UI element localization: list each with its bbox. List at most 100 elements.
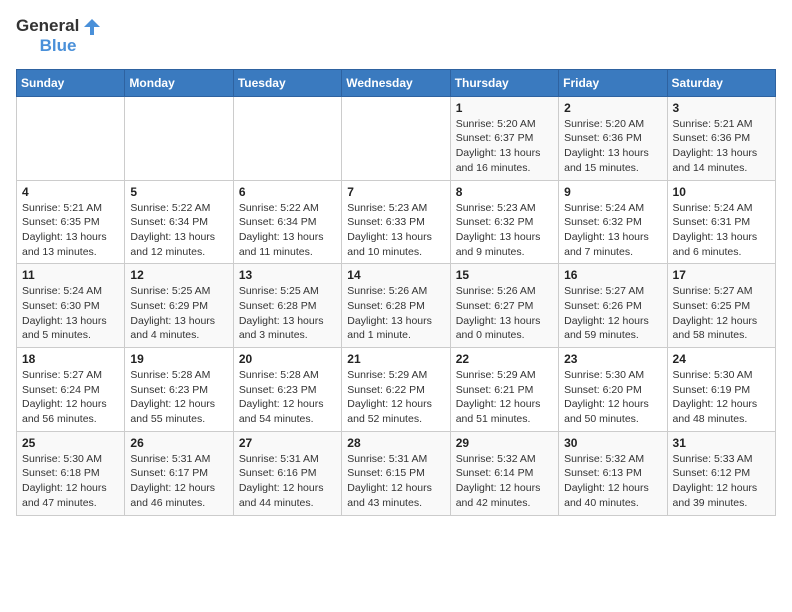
day-number: 19 [130, 352, 227, 366]
page-header: General Blue [16, 16, 776, 57]
calendar-cell: 11 Sunrise: 5:24 AM Sunset: 6:30 PM Dayli… [17, 264, 125, 348]
calendar-cell: 27Sunrise: 5:31 AM Sunset: 6:16 PM Dayli… [233, 431, 341, 515]
calendar-cell: 13 Sunrise: 5:25 AM Sunset: 6:28 PM Dayli… [233, 264, 341, 348]
day-info: Sunrise: 5:20 AM Sunset: 6:37 PM Dayligh… [456, 117, 553, 176]
calendar-cell [125, 96, 233, 180]
day-info: Sunrise: 5:28 AM Sunset: 6:23 PM Dayligh… [130, 368, 227, 427]
day-number: 20 [239, 352, 336, 366]
day-number: 1 [456, 101, 553, 115]
day-number: 22 [456, 352, 553, 366]
day-info: Sunrise: 5:21 AM Sunset: 6:36 PM Dayligh… [673, 117, 770, 176]
day-header-friday: Friday [559, 69, 667, 96]
calendar-cell: 28 Sunrise: 5:31 AM Sunset: 6:15 PM Dayli… [342, 431, 450, 515]
calendar-cell: 22 Sunrise: 5:29 AM Sunset: 6:21 PM Dayli… [450, 348, 558, 432]
day-info: Sunrise: 5:22 AM Sunset: 6:34 PM Dayligh… [130, 201, 227, 260]
calendar-table: SundayMondayTuesdayWednesdayThursdayFrid… [16, 69, 776, 516]
day-info: Sunrise: 5:31 AM Sunset: 6:16 PM Dayligh… [239, 452, 336, 511]
day-info: Sunrise: 5:27 AM Sunset: 6:24 PM Dayligh… [22, 368, 119, 427]
week-row-2: 4 Sunrise: 5:21 AM Sunset: 6:35 PM Daylig… [17, 180, 776, 264]
logo: General Blue [16, 16, 100, 57]
day-number: 16 [564, 268, 661, 282]
calendar-cell: 8 Sunrise: 5:23 AM Sunset: 6:32 PM Daylig… [450, 180, 558, 264]
calendar-cell: 31Sunrise: 5:33 AM Sunset: 6:12 PM Dayli… [667, 431, 775, 515]
week-row-5: 25 Sunrise: 5:30 AM Sunset: 6:18 PM Dayli… [17, 431, 776, 515]
day-number: 6 [239, 185, 336, 199]
day-info: Sunrise: 5:23 AM Sunset: 6:33 PM Dayligh… [347, 201, 444, 260]
calendar-cell: 1 Sunrise: 5:20 AM Sunset: 6:37 PM Daylig… [450, 96, 558, 180]
calendar-cell: 9 Sunrise: 5:24 AM Sunset: 6:32 PM Daylig… [559, 180, 667, 264]
calendar-cell: 7 Sunrise: 5:23 AM Sunset: 6:33 PM Daylig… [342, 180, 450, 264]
calendar-cell: 6 Sunrise: 5:22 AM Sunset: 6:34 PM Daylig… [233, 180, 341, 264]
calendar-cell: 19 Sunrise: 5:28 AM Sunset: 6:23 PM Dayli… [125, 348, 233, 432]
day-header-saturday: Saturday [667, 69, 775, 96]
day-info: Sunrise: 5:30 AM Sunset: 6:19 PM Dayligh… [673, 368, 770, 427]
day-info: Sunrise: 5:24 AM Sunset: 6:31 PM Dayligh… [673, 201, 770, 260]
calendar-cell: 5Sunrise: 5:22 AM Sunset: 6:34 PM Daylig… [125, 180, 233, 264]
day-info: Sunrise: 5:30 AM Sunset: 6:18 PM Dayligh… [22, 452, 119, 511]
calendar-cell: 15 Sunrise: 5:26 AM Sunset: 6:27 PM Dayli… [450, 264, 558, 348]
day-info: Sunrise: 5:25 AM Sunset: 6:28 PM Dayligh… [239, 284, 336, 343]
day-number: 13 [239, 268, 336, 282]
day-info: Sunrise: 5:31 AM Sunset: 6:17 PM Dayligh… [130, 452, 227, 511]
day-number: 3 [673, 101, 770, 115]
day-number: 14 [347, 268, 444, 282]
calendar-cell: 12Sunrise: 5:25 AM Sunset: 6:29 PM Dayli… [125, 264, 233, 348]
day-info: Sunrise: 5:23 AM Sunset: 6:32 PM Dayligh… [456, 201, 553, 260]
calendar-cell: 3 Sunrise: 5:21 AM Sunset: 6:36 PM Daylig… [667, 96, 775, 180]
calendar-cell: 10 Sunrise: 5:24 AM Sunset: 6:31 PM Dayli… [667, 180, 775, 264]
day-header-tuesday: Tuesday [233, 69, 341, 96]
day-info: Sunrise: 5:20 AM Sunset: 6:36 PM Dayligh… [564, 117, 661, 176]
day-header-thursday: Thursday [450, 69, 558, 96]
day-number: 18 [22, 352, 119, 366]
day-number: 7 [347, 185, 444, 199]
day-number: 29 [456, 436, 553, 450]
day-number: 30 [564, 436, 661, 450]
calendar-cell [342, 96, 450, 180]
day-number: 31 [673, 436, 770, 450]
day-info: Sunrise: 5:27 AM Sunset: 6:26 PM Dayligh… [564, 284, 661, 343]
day-info: Sunrise: 5:26 AM Sunset: 6:27 PM Dayligh… [456, 284, 553, 343]
day-info: Sunrise: 5:27 AM Sunset: 6:25 PM Dayligh… [673, 284, 770, 343]
day-info: Sunrise: 5:32 AM Sunset: 6:13 PM Dayligh… [564, 452, 661, 511]
day-number: 8 [456, 185, 553, 199]
day-number: 9 [564, 185, 661, 199]
calendar-cell: 18 Sunrise: 5:27 AM Sunset: 6:24 PM Dayli… [17, 348, 125, 432]
calendar-cell: 2 Sunrise: 5:20 AM Sunset: 6:36 PM Daylig… [559, 96, 667, 180]
calendar-cell: 24Sunrise: 5:30 AM Sunset: 6:19 PM Dayli… [667, 348, 775, 432]
day-number: 12 [130, 268, 227, 282]
day-info: Sunrise: 5:29 AM Sunset: 6:21 PM Dayligh… [456, 368, 553, 427]
day-info: Sunrise: 5:24 AM Sunset: 6:32 PM Dayligh… [564, 201, 661, 260]
day-info: Sunrise: 5:32 AM Sunset: 6:14 PM Dayligh… [456, 452, 553, 511]
days-header-row: SundayMondayTuesdayWednesdayThursdayFrid… [17, 69, 776, 96]
day-number: 11 [22, 268, 119, 282]
calendar-cell: 25 Sunrise: 5:30 AM Sunset: 6:18 PM Dayli… [17, 431, 125, 515]
day-number: 17 [673, 268, 770, 282]
day-header-sunday: Sunday [17, 69, 125, 96]
day-number: 10 [673, 185, 770, 199]
day-info: Sunrise: 5:28 AM Sunset: 6:23 PM Dayligh… [239, 368, 336, 427]
calendar-cell: 20 Sunrise: 5:28 AM Sunset: 6:23 PM Dayli… [233, 348, 341, 432]
calendar-cell: 14 Sunrise: 5:26 AM Sunset: 6:28 PM Dayli… [342, 264, 450, 348]
day-number: 4 [22, 185, 119, 199]
week-row-4: 18 Sunrise: 5:27 AM Sunset: 6:24 PM Dayli… [17, 348, 776, 432]
day-number: 2 [564, 101, 661, 115]
day-number: 28 [347, 436, 444, 450]
day-number: 26 [130, 436, 227, 450]
calendar-cell: 16 Sunrise: 5:27 AM Sunset: 6:26 PM Dayli… [559, 264, 667, 348]
week-row-3: 11 Sunrise: 5:24 AM Sunset: 6:30 PM Dayli… [17, 264, 776, 348]
day-number: 25 [22, 436, 119, 450]
calendar-cell [17, 96, 125, 180]
day-info: Sunrise: 5:26 AM Sunset: 6:28 PM Dayligh… [347, 284, 444, 343]
day-info: Sunrise: 5:31 AM Sunset: 6:15 PM Dayligh… [347, 452, 444, 511]
calendar-cell [233, 96, 341, 180]
calendar-cell: 29 Sunrise: 5:32 AM Sunset: 6:14 PM Dayli… [450, 431, 558, 515]
calendar-cell: 4 Sunrise: 5:21 AM Sunset: 6:35 PM Daylig… [17, 180, 125, 264]
calendar-cell: 26 Sunrise: 5:31 AM Sunset: 6:17 PM Dayli… [125, 431, 233, 515]
day-info: Sunrise: 5:22 AM Sunset: 6:34 PM Dayligh… [239, 201, 336, 260]
day-number: 15 [456, 268, 553, 282]
day-info: Sunrise: 5:21 AM Sunset: 6:35 PM Dayligh… [22, 201, 119, 260]
day-info: Sunrise: 5:24 AM Sunset: 6:30 PM Dayligh… [22, 284, 119, 343]
day-header-wednesday: Wednesday [342, 69, 450, 96]
week-row-1: 1 Sunrise: 5:20 AM Sunset: 6:37 PM Daylig… [17, 96, 776, 180]
calendar-cell: 17 Sunrise: 5:27 AM Sunset: 6:25 PM Dayli… [667, 264, 775, 348]
